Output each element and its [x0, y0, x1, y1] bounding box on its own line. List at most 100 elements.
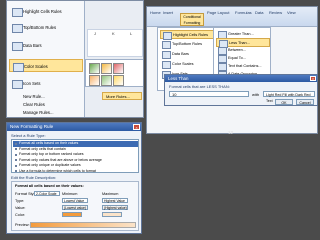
menu-item-top-bottom-rules[interactable]: Top/Bottom Rules [9, 21, 83, 34]
close-icon[interactable]: × [133, 124, 140, 130]
color-scale-swatch[interactable] [113, 75, 124, 86]
color-scale-swatch[interactable] [101, 75, 112, 86]
conditional-formatting-button[interactable]: Conditional Formatting [180, 13, 204, 26]
preview-gradient-bar [30, 222, 136, 228]
column-header: J [94, 31, 96, 36]
tab-review[interactable]: Review [269, 10, 282, 15]
color-scale-swatch[interactable] [89, 75, 100, 86]
more-rules-button[interactable]: More Rules... [102, 92, 142, 100]
bullet-icon [15, 159, 17, 161]
close-icon[interactable]: × [310, 76, 316, 81]
menu-item-highlight-cells-rules[interactable]: Highlight Cells Rules [9, 5, 83, 18]
type-label: Type: [15, 199, 25, 203]
menu-item-highlight-cells-rules[interactable]: Highlight Cells Rules [160, 30, 214, 40]
tab-formulas[interactable]: Formulas [235, 10, 252, 15]
menu-item-label: Text that Contains... [228, 64, 262, 68]
menu-item-icon-sets[interactable]: Icon Sets [9, 77, 83, 90]
rule-type-label: Format only unique or duplicate values [19, 163, 81, 167]
data-bars-icon [12, 42, 23, 51]
format-select[interactable]: Light Red Fill with Dark Red Text [263, 91, 315, 103]
rule-type-item[interactable]: Use a formula to determine which cells t… [13, 169, 138, 175]
color-scales-icon [162, 61, 171, 69]
rule-description: Format all cells based on their values: [15, 184, 84, 188]
menu-item-label: Highlight Cells Rules [173, 33, 209, 37]
menu-item-label: Highlight Cells Rules [23, 9, 62, 14]
tab-page-layout[interactable]: Page Layout [207, 10, 229, 15]
top-bottom-icon [12, 24, 23, 33]
bullet-icon [15, 153, 17, 156]
menu-item-label: Clear Rules [23, 102, 45, 107]
color-scales-submenu [85, 59, 143, 87]
menu-item-color-scales[interactable]: Color Scales [9, 59, 83, 72]
bullet-icon [15, 142, 17, 145]
tab-insert[interactable]: Insert [163, 10, 173, 15]
new-formatting-rule-dialog: New Formatting Rule × Select a Rule Type… [6, 122, 142, 234]
rule-description-box: Format all cells based on their values: … [11, 181, 139, 231]
menu-item-manage-rules[interactable]: Manage Rules... [9, 109, 83, 117]
less-than-prompt: Format cells that are LESS THAN: [169, 84, 230, 89]
format-style-select[interactable]: 2-Color Scale [34, 191, 60, 196]
dialog-title: New Formatting Rule [7, 123, 141, 131]
min-color-picker[interactable] [62, 212, 82, 217]
column-header: K [112, 31, 115, 36]
menu-item-clear-rules[interactable]: Clear Rules [9, 101, 83, 109]
menu-item-label: Data Bars [172, 52, 189, 56]
menu-item-label: Between... [228, 48, 246, 52]
menu-item-label: Color Scales [24, 64, 48, 69]
edit-rule-label: Edit the Rule Description: [11, 175, 57, 180]
menu-item-label: Greater Than... [228, 32, 254, 36]
menu-item-label: Top/Bottom Rules [172, 42, 202, 46]
color-scales-icon [13, 63, 24, 72]
menu-item-label: Icon Sets [23, 81, 41, 86]
menu-item-label: Top/Bottom Rules [23, 25, 57, 30]
spreadsheet-grid: J K L [87, 29, 143, 57]
value-label: Value: [15, 206, 26, 210]
max-type-select[interactable]: Highest Value [102, 198, 128, 203]
with-label: with [252, 92, 260, 97]
conditional-formatting-menu-screenshot: Highlight Cells Rules Top/Bottom Rules D… [6, 0, 144, 118]
rule-type-label: Format all cells based on their values [19, 141, 79, 145]
tab-view[interactable]: View [287, 10, 296, 15]
data-bars-icon [162, 51, 171, 59]
rule-type-label: Format only cells that contain [19, 146, 66, 151]
menu-item-label: Equal To... [228, 56, 246, 60]
max-color-picker[interactable] [102, 212, 122, 217]
cancel-button[interactable]: Cancel [296, 99, 314, 105]
select-rule-type-label: Select a Rule Type: [11, 133, 46, 138]
color-scale-swatch[interactable] [89, 63, 100, 74]
rule-type-label: Use a formula to determine which cells t… [19, 168, 96, 173]
top-bottom-icon [162, 41, 171, 49]
menu-item-label: Data Bars [23, 43, 42, 48]
ok-button[interactable]: OK [275, 99, 293, 105]
highlight-cells-icon [12, 8, 23, 17]
color-scale-swatch[interactable] [101, 63, 112, 74]
tab-home[interactable]: Home [150, 10, 161, 15]
menu-item-label: Color Scales [172, 62, 194, 66]
maximum-label: Maximum [102, 192, 119, 196]
min-type-select[interactable]: Lowest Value [62, 198, 88, 203]
icon-sets-icon [12, 80, 23, 89]
less-than-value-input[interactable]: 10 [169, 91, 249, 97]
bullet-icon [15, 148, 17, 150]
slide-label: 12 [228, 130, 234, 135]
column-header: L [130, 31, 133, 36]
rule-type-label: Format only top or bottom ranked values [19, 152, 84, 156]
tab-data[interactable]: Data [255, 10, 263, 15]
color-label: Color: [15, 213, 26, 217]
menu-item-label: Manage Rules... [23, 110, 54, 115]
bullet-icon [15, 170, 17, 172]
minimum-label: Minimum [62, 192, 78, 196]
color-scale-swatch[interactable] [113, 63, 124, 74]
preview-label: Preview: [15, 223, 30, 227]
menu-item-data-bars[interactable]: Data Bars [9, 39, 83, 52]
max-value-input[interactable]: (Highest value) [102, 205, 128, 210]
menu-item-top-bottom-rules[interactable]: Top/Bottom Rules [160, 40, 214, 49]
min-value-input[interactable]: (Lowest value) [62, 205, 88, 210]
menu-item-color-scales[interactable]: Color Scales [160, 60, 214, 69]
bullet-icon [15, 164, 17, 167]
menu-item-data-bars[interactable]: Data Bars [160, 50, 214, 59]
menu-item-new-rule[interactable]: New Rule... [9, 93, 83, 101]
conditional-formatting-dropdown: Highlight Cells Rules Top/Bottom Rules D… [7, 1, 85, 117]
rule-type-label: Format only values that are above or bel… [19, 157, 102, 162]
ribbon: Home Insert Page Layout Formulas Data Re… [147, 7, 317, 27]
